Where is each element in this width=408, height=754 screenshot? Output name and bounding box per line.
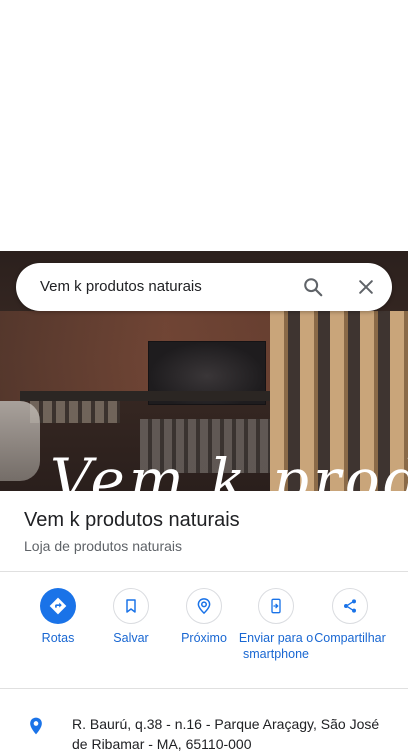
send-to-phone-button[interactable]: Enviar para o smartphone (236, 588, 316, 662)
directions-button[interactable]: Rotas (18, 588, 98, 646)
address-row[interactable]: R. Baurú, q.38 - n.16 - Parque Araçagy, … (0, 702, 408, 752)
directions-icon (40, 588, 76, 624)
divider (0, 688, 408, 689)
save-label: Salvar (113, 631, 149, 645)
divider (0, 571, 408, 572)
share-icon (332, 588, 368, 624)
share-button[interactable]: Compartilhar (310, 588, 390, 646)
photo-bowls (0, 401, 40, 481)
place-category[interactable]: Loja de produtos naturais (24, 538, 182, 554)
photo-script-text: Vem k produtos (50, 446, 408, 491)
bookmark-icon (113, 588, 149, 624)
address-text: R. Baurú, q.38 - n.16 - Parque Araçagy, … (72, 716, 380, 752)
send-to-phone-icon (258, 588, 294, 624)
place-title: Vem k produtos naturais (24, 509, 240, 531)
send-to-phone-label: Enviar para o smartphone (238, 631, 314, 661)
nearby-icon (186, 588, 222, 624)
search-icon[interactable] (302, 276, 324, 298)
share-label: Compartilhar (314, 631, 386, 645)
search-query[interactable]: Vem k produtos naturais (40, 278, 202, 295)
location-pin-icon (30, 717, 42, 735)
directions-label: Rotas (41, 631, 75, 645)
photo-shelf (20, 391, 270, 401)
place-details-sheet: Vem k produtos naturais Loja de produtos… (0, 491, 408, 752)
photo-jars-left (30, 401, 120, 423)
search-bar[interactable]: Vem k produtos naturais (16, 263, 392, 311)
close-icon[interactable] (356, 277, 376, 297)
nearby-button[interactable]: Próximo (164, 588, 244, 646)
nearby-label: Próximo (181, 631, 227, 645)
save-button[interactable]: Salvar (91, 588, 171, 646)
